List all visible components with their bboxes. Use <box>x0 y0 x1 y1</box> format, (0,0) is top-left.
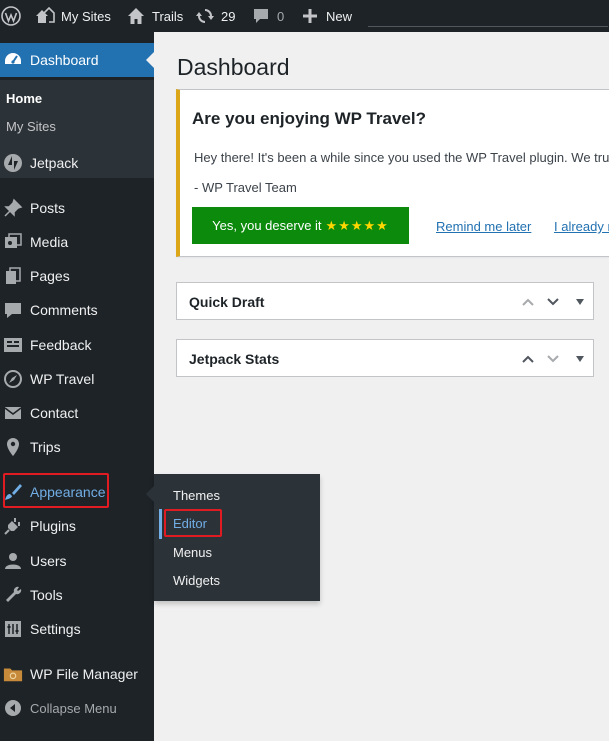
paintbrush-icon <box>3 482 23 502</box>
menu-wp-travel[interactable]: WP Travel <box>0 362 154 396</box>
wp-travel-review-notice: Are you enjoying WP Travel? Hey there! I… <box>176 89 609 257</box>
plugin-icon <box>3 516 23 536</box>
menu-media-label: Media <box>30 234 69 250</box>
menu-posts-label: Posts <box>30 200 66 216</box>
menu-dashboard-label: Dashboard <box>30 52 99 68</box>
new-content-button[interactable]: New <box>300 0 352 32</box>
collapse-icon <box>3 698 23 718</box>
menu-pages-label: Pages <box>30 268 70 284</box>
menu-trips-label: Trips <box>30 439 61 455</box>
my-sites-icon <box>35 6 55 26</box>
pushpin-icon <box>3 198 23 218</box>
feedback-icon <box>3 335 23 355</box>
menu-plugins[interactable]: Plugins <box>0 509 154 543</box>
menu-contact-label: Contact <box>30 405 79 421</box>
yes-deserve-button[interactable]: Yes, you deserve it ★★★★★ <box>192 207 409 244</box>
comments-button[interactable]: 0 <box>251 0 284 32</box>
updates-icon <box>195 6 215 26</box>
admin-bar: My Sites Trails 29 0 New <box>0 0 609 32</box>
new-label: New <box>326 8 353 24</box>
menu-pages[interactable]: Pages <box>0 259 154 293</box>
compass-icon <box>3 369 23 389</box>
chevron-up-icon[interactable] <box>518 349 538 369</box>
chevron-up-icon[interactable] <box>518 292 538 312</box>
notice-heading: Are you enjoying WP Travel? <box>192 109 426 128</box>
menu-users[interactable]: Users <box>0 544 154 578</box>
submenu-my-sites[interactable]: My Sites <box>6 119 56 134</box>
site-name-label: Trails <box>152 8 184 24</box>
page-title: Dashboard <box>177 54 290 80</box>
already-did-link[interactable]: I already r <box>554 219 609 234</box>
menu-posts[interactable]: Posts <box>0 191 154 225</box>
jetpack-icon <box>3 153 23 173</box>
comments-count: 0 <box>277 8 285 24</box>
quick-draft-widget: Quick Draft <box>176 282 594 320</box>
yes-deserve-label: Yes, you deserve it <box>212 218 322 233</box>
flyout-themes[interactable]: Themes <box>173 488 220 503</box>
star-rating-icon: ★★★★★ <box>325 217 389 233</box>
media-icon <box>3 232 23 252</box>
menu-trips[interactable]: Trips <box>0 430 154 464</box>
menu-appearance-label: Appearance <box>30 484 106 500</box>
wordpress-logo-icon <box>1 6 21 26</box>
menu-settings-label: Settings <box>30 621 81 637</box>
menu-plugins-label: Plugins <box>30 518 76 534</box>
menu-wp-travel-label: WP Travel <box>30 371 95 387</box>
menu-comments[interactable]: Comments <box>0 293 154 327</box>
menu-jetpack-label: Jetpack <box>30 155 79 171</box>
menu-appearance[interactable]: Appearance <box>0 475 154 509</box>
flyout-widgets[interactable]: Widgets <box>173 573 220 588</box>
menu-media[interactable]: Media <box>0 225 154 259</box>
folder-icon <box>3 664 23 684</box>
flyout-menus[interactable]: Menus <box>173 545 212 560</box>
submenu-home[interactable]: Home <box>6 91 42 106</box>
plus-icon <box>300 6 320 26</box>
notice-signature: - WP Travel Team <box>194 180 297 195</box>
user-icon <box>3 551 23 571</box>
collapse-menu-label: Collapse Menu <box>30 700 117 716</box>
wrench-icon <box>3 585 23 605</box>
menu-tools[interactable]: Tools <box>0 578 154 612</box>
admin-sidebar: Dashboard Home My Sites Jetpack Posts Me… <box>0 32 154 741</box>
menu-comments-label: Comments <box>30 302 98 318</box>
notice-message: Hey there! It's been a while since you u… <box>194 150 609 165</box>
menu-file-manager-label: WP File Manager <box>30 666 138 682</box>
dashboard-icon <box>3 50 23 70</box>
remind-later-link[interactable]: Remind me later <box>436 219 531 234</box>
menu-file-manager[interactable]: WP File Manager <box>0 657 154 691</box>
widget-title[interactable]: Quick Draft <box>189 294 264 310</box>
wordpress-logo-button[interactable] <box>1 0 27 32</box>
home-icon <box>126 6 146 26</box>
my-sites-menu[interactable]: My Sites <box>35 0 111 32</box>
updates-count: 29 <box>221 8 236 24</box>
menu-settings[interactable]: Settings <box>0 612 154 646</box>
menu-tools-label: Tools <box>30 587 63 603</box>
menu-jetpack[interactable]: Jetpack <box>0 146 154 180</box>
chevron-down-icon[interactable] <box>543 292 563 312</box>
comment-icon <box>251 6 271 26</box>
toggle-panel-icon[interactable] <box>570 292 590 312</box>
flyout-editor[interactable]: Editor <box>173 516 207 531</box>
envelope-icon <box>3 403 23 423</box>
settings-icon <box>3 619 23 639</box>
pages-icon <box>3 266 23 286</box>
chevron-down-icon[interactable] <box>543 349 563 369</box>
menu-dashboard[interactable]: Dashboard <box>0 43 154 77</box>
my-sites-label: My Sites <box>61 8 111 24</box>
toggle-panel-icon[interactable] <box>570 349 590 369</box>
comment-icon <box>3 300 23 320</box>
admin-bar-search-underline <box>368 26 608 27</box>
site-name-menu[interactable]: Trails <box>126 0 183 32</box>
menu-feedback-label: Feedback <box>30 337 92 353</box>
menu-contact[interactable]: Contact <box>0 396 154 430</box>
collapse-menu-button[interactable]: Collapse Menu <box>0 691 154 725</box>
widget-title[interactable]: Jetpack Stats <box>189 351 279 367</box>
menu-users-label: Users <box>30 553 67 569</box>
current-indicator <box>159 509 162 539</box>
menu-feedback[interactable]: Feedback <box>0 328 154 362</box>
location-pin-icon <box>3 437 23 457</box>
updates-button[interactable]: 29 <box>195 0 235 32</box>
appearance-flyout-menu: Themes Editor Menus Widgets <box>146 474 320 601</box>
jetpack-stats-widget: Jetpack Stats <box>176 339 594 377</box>
